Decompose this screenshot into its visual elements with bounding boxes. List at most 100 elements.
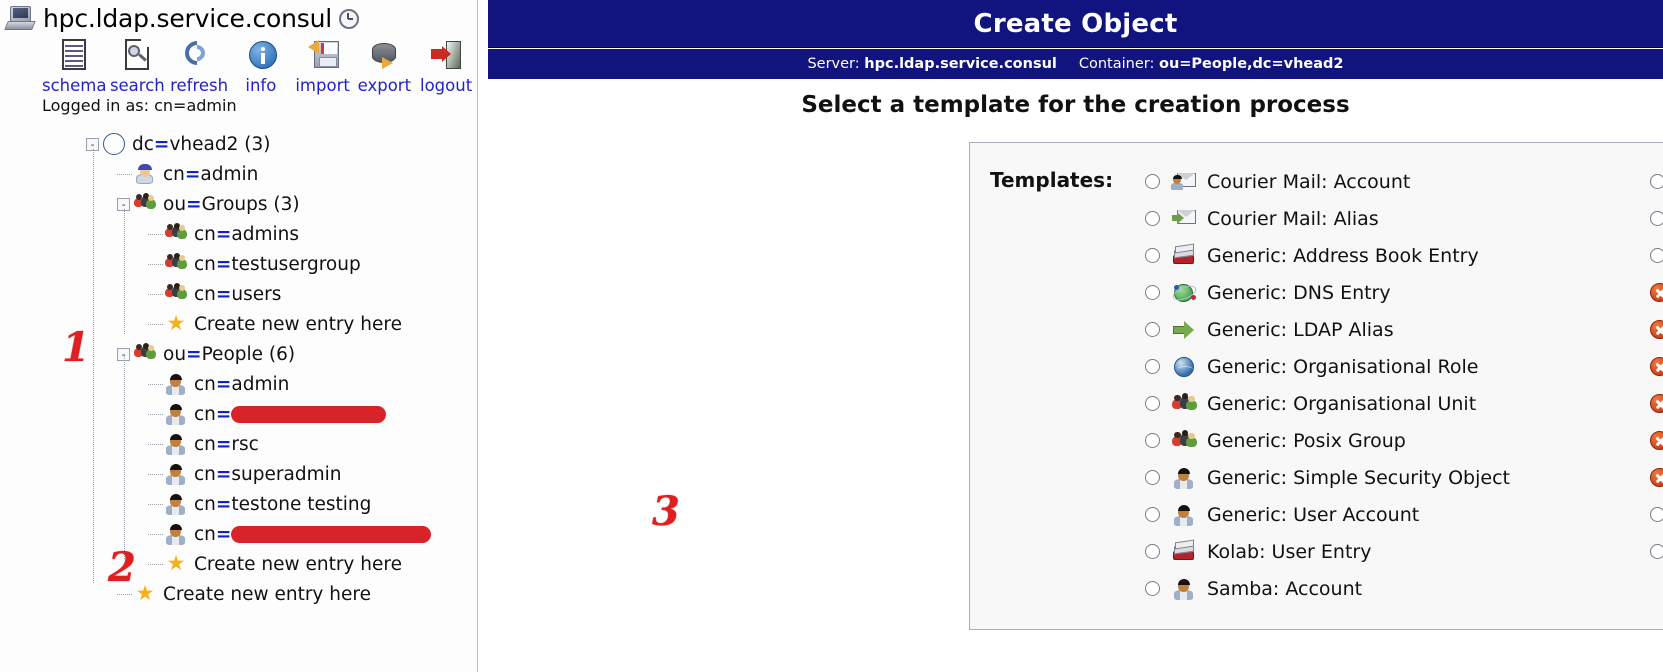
toolbar-item-export[interactable]: export bbox=[353, 35, 415, 95]
template-radio[interactable] bbox=[1145, 285, 1160, 300]
template-option[interactable]: Generic: Organisational Unit bbox=[1145, 385, 1510, 422]
star-icon: ★ bbox=[166, 551, 186, 575]
template-radio[interactable] bbox=[1650, 211, 1663, 226]
template-option: Sendmail: Alias bbox=[1650, 274, 1663, 311]
tree-node[interactable]: cn=admin bbox=[0, 159, 477, 189]
star-icon: ★ bbox=[135, 581, 155, 605]
users-icon bbox=[1172, 392, 1197, 415]
tree-connector bbox=[148, 263, 163, 265]
user-icon bbox=[1172, 578, 1197, 600]
template-radio[interactable] bbox=[1145, 174, 1160, 189]
template-radio[interactable] bbox=[1145, 544, 1160, 559]
template-radio[interactable] bbox=[1650, 174, 1663, 189]
container-context: Container: ou=People,dc=vhead2 bbox=[1079, 56, 1344, 72]
template-radio[interactable] bbox=[1145, 359, 1160, 374]
template-option[interactable]: Generic: Simple Security Object bbox=[1145, 459, 1510, 496]
template-radio[interactable] bbox=[1145, 396, 1160, 411]
toolbar: schema search refresh info import export… bbox=[0, 35, 477, 95]
logout-icon bbox=[426, 35, 466, 75]
ldap-admin-screen: hpc.ldap.service.consul schema search re… bbox=[0, 0, 1663, 672]
template-radio[interactable] bbox=[1650, 507, 1663, 522]
template-option[interactable]: Generic: Address Book Entry bbox=[1145, 237, 1510, 274]
template-label: Generic: User Account bbox=[1207, 503, 1420, 526]
toolbar-label-refresh: refresh bbox=[170, 76, 229, 95]
template-option[interactable]: Generic: Posix Group bbox=[1145, 422, 1510, 459]
toolbar-item-refresh[interactable]: refresh bbox=[168, 35, 230, 95]
template-option[interactable]: Default bbox=[1650, 533, 1663, 570]
template-option[interactable]: Generic: LDAP Alias bbox=[1145, 311, 1510, 348]
address-book-icon bbox=[1172, 243, 1197, 267]
disabled-x-icon bbox=[1650, 357, 1663, 376]
template-radio[interactable] bbox=[1145, 322, 1160, 337]
template-radio[interactable] bbox=[1650, 248, 1663, 263]
context-bar: Server: hpc.ldap.service.consul Containe… bbox=[488, 49, 1663, 79]
tree-node[interactable]: cn=admin bbox=[0, 369, 477, 399]
toolbar-label-info: info bbox=[245, 76, 277, 95]
server-context-label: Server: bbox=[807, 56, 860, 72]
users-icon bbox=[165, 283, 187, 305]
toolbar-item-logout[interactable]: logout bbox=[415, 35, 477, 95]
toolbar-label-schema: schema bbox=[42, 76, 107, 95]
tree-node-label: cn=admin bbox=[194, 373, 290, 395]
template-radio[interactable] bbox=[1145, 248, 1160, 263]
template-option[interactable]: Generic: DNS Entry bbox=[1145, 274, 1510, 311]
template-option: Sendmail: Domain bbox=[1650, 348, 1663, 385]
tree-node[interactable]: ★ Create new entry here bbox=[0, 579, 477, 609]
main-content-panel: Create Object Server: hpc.ldap.service.c… bbox=[479, 0, 1663, 672]
tree-node[interactable]: cn=superadmin bbox=[0, 459, 477, 489]
template-label: Generic: Address Book Entry bbox=[1207, 244, 1479, 267]
tree-node[interactable]: cn= bbox=[0, 399, 477, 429]
tree-connector bbox=[148, 233, 163, 235]
template-radio[interactable] bbox=[1145, 470, 1160, 485]
tree-node[interactable]: cn=testone testing bbox=[0, 489, 477, 519]
template-radio[interactable] bbox=[1650, 544, 1663, 559]
template-option: Sendmail: Virtual Users bbox=[1650, 459, 1663, 496]
info-icon bbox=[241, 35, 281, 75]
template-radio[interactable] bbox=[1145, 211, 1160, 226]
tree-node[interactable]: - ou=Groups (3) bbox=[0, 189, 477, 219]
tree-connector bbox=[148, 383, 163, 385]
template-option[interactable]: Samba: Account bbox=[1145, 570, 1510, 607]
redacted-value bbox=[231, 406, 387, 423]
template-option[interactable]: Courier Mail: Account bbox=[1145, 163, 1510, 200]
template-label: Generic: DNS Entry bbox=[1207, 281, 1391, 304]
template-option[interactable]: Kolab: User Entry bbox=[1145, 533, 1510, 570]
template-radio[interactable] bbox=[1145, 581, 1160, 596]
user-icon bbox=[165, 433, 187, 455]
template-option[interactable]: Generic: User Account bbox=[1145, 496, 1510, 533]
template-option: Sendmail: Cluster bbox=[1650, 311, 1663, 348]
template-option[interactable]: Thunderbird: Address Book Entry bbox=[1650, 496, 1663, 533]
tree-node[interactable]: ★ Create new entry here bbox=[0, 549, 477, 579]
template-option[interactable]: Courier Mail: Alias bbox=[1145, 200, 1510, 237]
tree-node[interactable]: cn=rsc bbox=[0, 429, 477, 459]
toolbar-item-import[interactable]: import bbox=[292, 35, 354, 95]
user-icon bbox=[1172, 467, 1197, 489]
template-option[interactable]: Samba: Machine bbox=[1650, 237, 1663, 274]
toolbar-item-info[interactable]: info bbox=[230, 35, 292, 95]
user-icon bbox=[1172, 504, 1197, 526]
tree-node[interactable]: cn= bbox=[0, 519, 477, 549]
template-radio[interactable] bbox=[1145, 507, 1160, 522]
tree-node[interactable]: cn=admins bbox=[0, 219, 477, 249]
tree-node-label: cn=users bbox=[194, 283, 282, 305]
computer-icon bbox=[4, 5, 36, 32]
tree-node-label: Create new entry here bbox=[163, 583, 371, 605]
template-option[interactable]: Samba: Group Mapping bbox=[1650, 200, 1663, 237]
toolbar-item-schema[interactable]: schema bbox=[42, 35, 106, 95]
tree-guide-line bbox=[124, 209, 125, 334]
green-arrow-icon bbox=[1172, 319, 1197, 341]
template-label: Generic: Simple Security Object bbox=[1207, 466, 1510, 489]
tree-node-label: ou=Groups (3) bbox=[163, 193, 300, 215]
tree-connector bbox=[148, 473, 163, 475]
logged-in-status: Logged in as: cn=admin bbox=[42, 96, 237, 115]
toolbar-label-export: export bbox=[357, 76, 412, 95]
tree-node[interactable]: cn=users bbox=[0, 279, 477, 309]
user-icon bbox=[165, 493, 187, 515]
template-option[interactable]: Generic: Organisational Role bbox=[1145, 348, 1510, 385]
template-option[interactable]: Samba: Domain bbox=[1650, 163, 1663, 200]
tree-node[interactable]: cn=testusergroup bbox=[0, 249, 477, 279]
template-radio[interactable] bbox=[1145, 433, 1160, 448]
clock-icon[interactable] bbox=[338, 8, 359, 29]
toolbar-item-search[interactable]: search bbox=[106, 35, 168, 95]
tree-node[interactable]: - dc=vhead2 (3) bbox=[0, 129, 477, 159]
